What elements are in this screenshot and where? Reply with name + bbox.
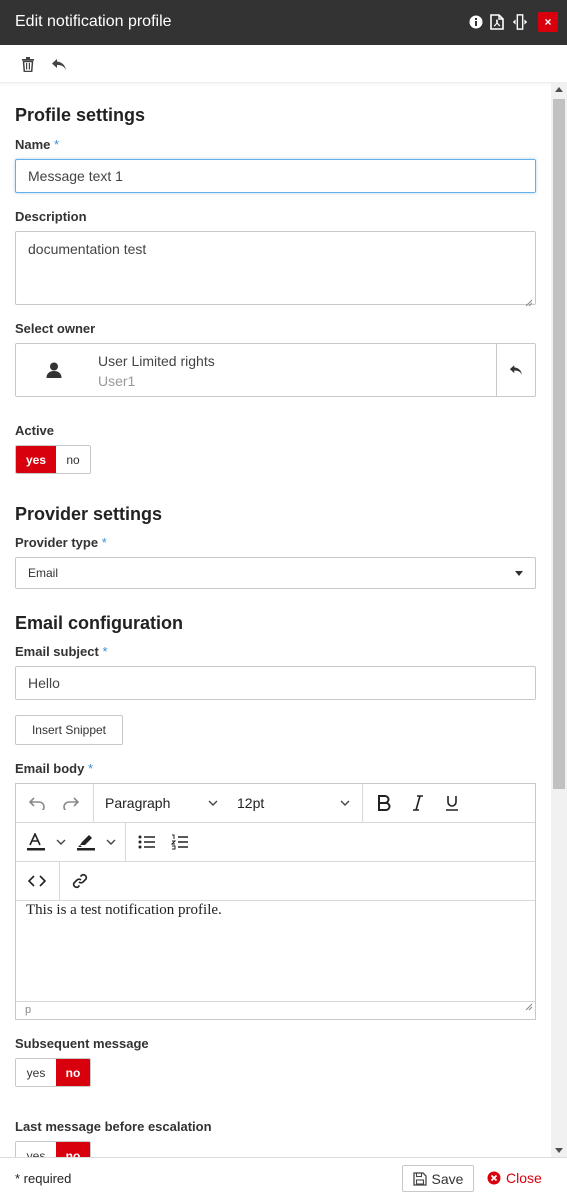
active-toggle: yes no bbox=[15, 445, 91, 474]
editor-undo-icon[interactable] bbox=[26, 784, 48, 822]
subsequent-message-label: Subsequent message bbox=[15, 1036, 149, 1051]
bullet-list-icon[interactable] bbox=[136, 823, 158, 861]
trash-icon[interactable] bbox=[18, 54, 38, 74]
provider-type-select[interactable]: Email bbox=[15, 557, 536, 589]
editor-toolbar-row-2 bbox=[16, 823, 535, 862]
font-size-dropdown[interactable]: 12pt bbox=[226, 784, 356, 822]
email-configuration-heading: Email configuration bbox=[15, 613, 184, 633]
save-icon bbox=[412, 1171, 427, 1186]
subsequent-yes-option[interactable]: yes bbox=[16, 1059, 56, 1086]
subsequent-message-toggle: yes no bbox=[15, 1058, 91, 1087]
provider-settings-heading: Provider settings bbox=[15, 504, 163, 524]
underline-icon[interactable] bbox=[441, 784, 463, 822]
subsequent-no-option[interactable]: no bbox=[56, 1059, 90, 1086]
provider-type-label: Provider type * bbox=[15, 535, 107, 550]
last-message-label: Last message before escalation bbox=[15, 1119, 212, 1134]
description-field[interactable]: documentation test bbox=[15, 231, 536, 307]
provider-type-value: Email bbox=[28, 566, 59, 580]
scrollbar-thumb[interactable] bbox=[553, 99, 565, 789]
bold-icon[interactable] bbox=[373, 784, 395, 822]
block-format-value: Paragraph bbox=[105, 795, 171, 811]
owner-picker[interactable]: User Limited rights User1 bbox=[15, 343, 536, 397]
block-format-dropdown[interactable]: Paragraph bbox=[94, 784, 224, 822]
italic-icon[interactable] bbox=[407, 784, 429, 822]
chevron-down-icon bbox=[340, 800, 350, 806]
close-label: Close bbox=[506, 1170, 542, 1186]
close-circle-icon bbox=[487, 1171, 501, 1185]
close-button[interactable]: Close bbox=[487, 1170, 542, 1186]
chevron-down-icon bbox=[208, 800, 218, 806]
action-toolbar bbox=[0, 45, 567, 83]
name-field[interactable]: Message text 1 bbox=[15, 159, 536, 193]
email-subject-label: Email subject * bbox=[15, 644, 108, 659]
window-titlebar: Edit notification profile × bbox=[0, 0, 567, 45]
owner-name: User Limited rights bbox=[98, 353, 215, 369]
active-yes-option[interactable]: yes bbox=[16, 446, 56, 473]
editor-toolbar-row-1: Paragraph 12pt bbox=[16, 784, 535, 823]
chevron-down-icon bbox=[106, 839, 116, 845]
save-label: Save bbox=[431, 1170, 464, 1187]
reply-icon bbox=[509, 365, 523, 375]
vertical-scrollbar[interactable] bbox=[551, 83, 567, 1157]
editor-redo-icon[interactable] bbox=[60, 784, 82, 822]
last-message-no-option[interactable]: no bbox=[56, 1142, 90, 1157]
email-body-text[interactable]: This is a test notification profile. bbox=[26, 902, 222, 919]
font-size-value: 12pt bbox=[237, 795, 265, 811]
description-label: Description bbox=[15, 209, 87, 224]
highlight-color-icon[interactable] bbox=[76, 823, 120, 861]
pdf-icon[interactable] bbox=[489, 13, 505, 31]
info-icon[interactable] bbox=[468, 13, 484, 31]
resize-grip-icon[interactable] bbox=[525, 1000, 533, 1017]
email-subject-field[interactable]: Hello bbox=[15, 666, 536, 700]
form-content: Profile settings Name * Message text 1 D… bbox=[0, 83, 551, 1157]
insert-snippet-button[interactable]: Insert Snippet bbox=[15, 715, 123, 745]
resize-grip-icon[interactable] bbox=[525, 294, 533, 307]
owner-login: User1 bbox=[98, 373, 136, 389]
dialog-footer: * required Save Close bbox=[0, 1157, 567, 1194]
last-message-yes-option[interactable]: yes bbox=[16, 1142, 56, 1157]
scroll-up-icon[interactable] bbox=[555, 87, 563, 92]
undo-icon[interactable] bbox=[49, 54, 69, 74]
editor-element-path: p bbox=[25, 1004, 32, 1016]
editor-toolbar-row-3 bbox=[16, 862, 535, 901]
owner-reset-button[interactable] bbox=[496, 344, 535, 396]
editor-separator bbox=[59, 862, 60, 900]
editor-separator bbox=[362, 784, 363, 822]
user-icon bbox=[45, 361, 63, 379]
chevron-down-icon bbox=[56, 839, 66, 845]
save-button[interactable]: Save bbox=[402, 1165, 474, 1192]
select-owner-label: Select owner bbox=[15, 321, 96, 336]
link-icon[interactable] bbox=[69, 862, 91, 900]
name-label: Name * bbox=[15, 137, 60, 152]
editor-status-bar: p bbox=[16, 1001, 535, 1019]
resize-width-icon[interactable] bbox=[512, 13, 528, 31]
description-text: documentation test bbox=[28, 241, 147, 257]
window-title: Edit notification profile bbox=[15, 13, 172, 30]
numbered-list-icon[interactable] bbox=[169, 823, 191, 861]
scroll-down-icon[interactable] bbox=[555, 1148, 563, 1153]
editor-separator bbox=[125, 823, 126, 861]
required-note: * required bbox=[15, 1171, 72, 1186]
email-body-label: Email body * bbox=[15, 761, 94, 776]
active-label: Active bbox=[15, 423, 55, 438]
active-no-option[interactable]: no bbox=[56, 446, 90, 473]
last-message-toggle: yes no bbox=[15, 1141, 91, 1157]
text-color-icon[interactable] bbox=[26, 823, 70, 861]
email-body-editor: Paragraph 12pt This is a test notificati… bbox=[15, 783, 536, 1020]
chevron-down-icon bbox=[515, 571, 523, 576]
source-code-icon[interactable] bbox=[26, 862, 48, 900]
window-close-button[interactable]: × bbox=[538, 12, 558, 32]
profile-settings-heading: Profile settings bbox=[15, 105, 146, 125]
